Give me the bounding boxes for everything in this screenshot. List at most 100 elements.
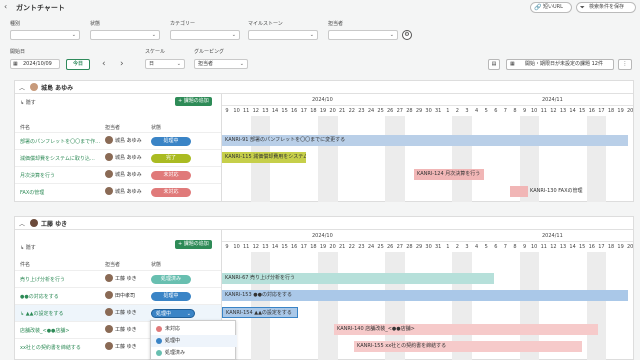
dropdown-option-resolved[interactable]: 処理済み [151, 347, 237, 359]
task-name-link[interactable]: ↳ ▲▲の設定をする [20, 310, 63, 317]
dropdown-option-in-progress[interactable]: 処理中 [151, 335, 237, 347]
prev-arrow-icon[interactable]: ‹ [102, 59, 106, 69]
gantt-bar[interactable] [510, 186, 528, 197]
grouping-select[interactable]: 担当者 ⌄ [194, 59, 248, 69]
gantt-bar[interactable]: KANRI-153 ●●の対応をする [222, 290, 628, 301]
month-header: 2024/10 2024/11 [222, 230, 633, 242]
gantt-area: 2024/10 2024/11 9 10 11 12 13 14 15 16 17 18 19 20 2… [221, 230, 633, 360]
type-filter-label: 種別 [10, 21, 21, 27]
gantt-bar[interactable]: KANRI-155 xx社との契約書を締結する [354, 341, 582, 352]
day-label: 13 [559, 244, 567, 250]
share-url-button[interactable]: 🔗 短いURL [530, 2, 572, 13]
day-label: 14 [271, 108, 279, 114]
day-label: 5 [484, 244, 488, 250]
chevron-up-icon[interactable]: ︿ [19, 83, 25, 92]
day-label: 16 [291, 108, 298, 114]
save-search-button[interactable]: ⏷ 検索条件を保存 [576, 2, 636, 13]
next-arrow-icon[interactable]: › [120, 59, 124, 69]
status-badge[interactable]: 未対応 [151, 188, 191, 197]
task-name-link[interactable]: 売り上げ分析を行う [20, 276, 65, 283]
day-label: 30 [425, 244, 432, 250]
avatar [105, 291, 113, 299]
gantt-bar[interactable]: KANRI-67 売り上げ分析を行う [222, 273, 494, 284]
month-label: 2024/10 [312, 233, 333, 239]
month-label: 2024/11 [542, 97, 563, 103]
day-label: 28 [406, 244, 413, 250]
day-label: 30 [425, 108, 432, 114]
task-name-link[interactable]: FAXの管理 [20, 189, 44, 196]
assignee-filter-select[interactable]: ⌄ [328, 30, 398, 40]
chevron-up-icon[interactable]: ︿ [19, 219, 25, 228]
gantt-bar[interactable]: KANRI-91 部署のパンフレットを〇〇までに変更する [222, 135, 628, 146]
task-assignee: 城島 あゆみ [105, 187, 142, 195]
day-label: 22 [348, 244, 355, 250]
group-name: 工藤 ゆき [41, 221, 68, 228]
table-row-selected[interactable]: ↳ ▲▲の設定をする 工藤 ゆき 処理中 ⌄ [15, 304, 221, 321]
day-label: 14 [271, 244, 279, 250]
weekend-column [452, 116, 463, 202]
table-row[interactable]: 月次決算を行う 城島 あゆみ 未対応 [15, 166, 221, 183]
task-name-link[interactable]: xx社との契約書を締結する [20, 344, 81, 351]
weekend-column [318, 116, 328, 202]
status-badge[interactable]: 処理中 [151, 137, 191, 146]
weekend-column [596, 116, 607, 202]
status-badge[interactable]: 未対応 [151, 171, 191, 180]
day-label: 9 [523, 108, 527, 114]
avatar [30, 83, 38, 91]
today-button[interactable]: 今日 [66, 59, 90, 70]
day-label: 17 [598, 108, 605, 114]
table-row[interactable]: 売り上げ分析を行う 工藤 ゆき 処理済み [15, 270, 221, 287]
day-label: 2 [455, 108, 459, 114]
task-name-link[interactable]: 部署のパンフレットを〇〇まで作… [20, 138, 100, 145]
avatar [105, 325, 113, 333]
gantt-bar[interactable]: KANRI-154 ▲▲の設定をする [222, 307, 298, 318]
group-header: ︿ 城島 あゆみ [15, 81, 633, 94]
day-label: 13 [262, 108, 269, 114]
status-badge[interactable]: 完了 [151, 154, 191, 163]
table-row[interactable]: 部署のパンフレットを〇〇まで作… 城島 あゆみ 処理中 [15, 132, 221, 149]
day-label: 6 [494, 244, 498, 250]
status-badge[interactable]: 処理中 [151, 292, 191, 301]
day-label: 29 [415, 108, 423, 114]
day-label: 17 [598, 244, 605, 250]
start-date-label: 開始日 [10, 49, 26, 55]
day-label: 8 [513, 108, 517, 114]
day-label: 19 [319, 108, 327, 114]
weekend-column [462, 116, 472, 202]
gantt-bar[interactable]: KANRI-115 減価償却費用をシステムに取り込む [222, 152, 306, 163]
task-name-link[interactable]: 月次決算を行う [20, 172, 55, 179]
scale-select[interactable]: 日 ⌄ [145, 59, 185, 69]
collapse-toggle[interactable]: ↳ 隠す [20, 99, 36, 106]
chevron-down-icon: ⌄ [239, 61, 244, 67]
gantt-bar[interactable]: KANRI-140 店舗改装_<●●店舗> [334, 324, 598, 335]
collapse-chevron-icon[interactable]: ‹ [4, 2, 14, 12]
task-name-link[interactable]: 店舗改装_<●●店舗> [20, 327, 70, 334]
avatar [105, 136, 113, 144]
table-row[interactable]: FAXの管理 城島 あゆみ 未対応 [15, 183, 221, 200]
start-date-input[interactable]: ▦ 2024/10/09 [10, 59, 60, 69]
collapse-toggle[interactable]: ↳ 隠す [20, 244, 36, 251]
table-row[interactable]: 減価償却費をシステムに取り込… 城島 あゆみ 完了 [15, 149, 221, 166]
dropdown-option-todo[interactable]: 未対応 [151, 323, 237, 335]
task-name-link[interactable]: 減価償却費をシステムに取り込… [20, 155, 95, 162]
table-row[interactable]: ●●の対応をする 田中孝司 処理中 [15, 287, 221, 304]
filter-settings-icon[interactable]: ⚙ [402, 30, 412, 40]
more-menu-icon[interactable]: ⋮ [618, 59, 632, 70]
avatar [105, 170, 113, 178]
status-dropdown[interactable]: 処理中 ⌄ [151, 309, 195, 318]
milestone-filter-select[interactable]: ⌄ [248, 30, 318, 40]
avatar [105, 153, 113, 161]
task-assignee: 田中孝司 [105, 291, 135, 299]
task-name-link[interactable]: ●●の対応をする [20, 293, 59, 300]
status-badge[interactable]: 処理済み [151, 275, 191, 284]
display-settings-icon[interactable]: ▤ [488, 59, 500, 70]
column-header-status: 状態 [151, 125, 162, 131]
unset-date-issues-button[interactable]: ▦ 開始・期限日が未設定の課題 12件 [506, 59, 614, 70]
add-issue-button[interactable]: + 課題の追加 [175, 97, 212, 106]
status-dot-icon [156, 350, 162, 356]
category-filter-select[interactable]: ⌄ [170, 30, 240, 40]
gantt-bar[interactable]: KANRI-124 月次決算を行う [414, 169, 484, 180]
add-issue-button[interactable]: + 課題の追加 [175, 240, 212, 249]
type-filter-select[interactable]: ⌄ [10, 30, 80, 40]
status-filter-select[interactable]: ⌄ [90, 30, 160, 40]
